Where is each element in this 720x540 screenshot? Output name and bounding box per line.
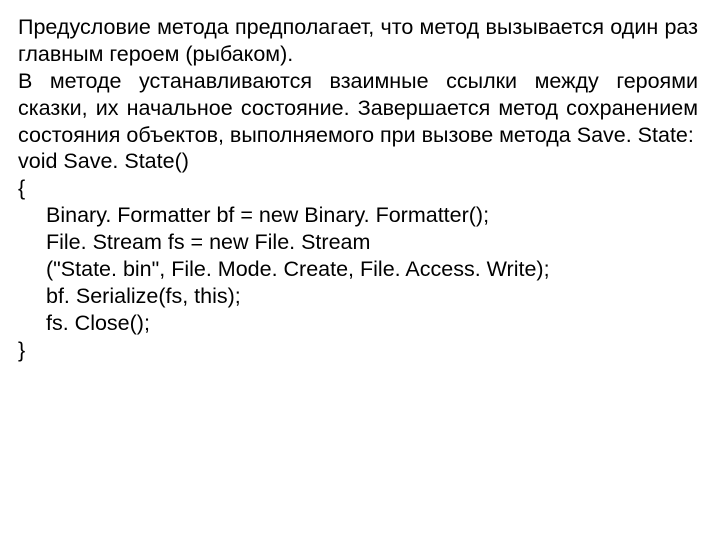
document-page: Предусловие метода предполагает, что мет… [0,0,720,363]
code-line-4: File. Stream fs = new File. Stream [18,229,698,256]
code-line-5: ("State. bin", File. Mode. Create, File.… [18,256,698,283]
paragraph-1: Предусловие метода предполагает, что мет… [18,14,698,68]
code-line-3: Binary. Formatter bf = new Binary. Forma… [18,202,698,229]
code-line-6: bf. Serialize(fs, this); [18,283,698,310]
code-line-7: fs. Close(); [18,310,698,337]
code-line-1: void Save. State() [18,148,698,175]
paragraph-2: В методе устанавливаются взаимные ссылки… [18,68,698,149]
code-line-8: } [18,337,698,364]
code-line-2: { [18,175,698,202]
